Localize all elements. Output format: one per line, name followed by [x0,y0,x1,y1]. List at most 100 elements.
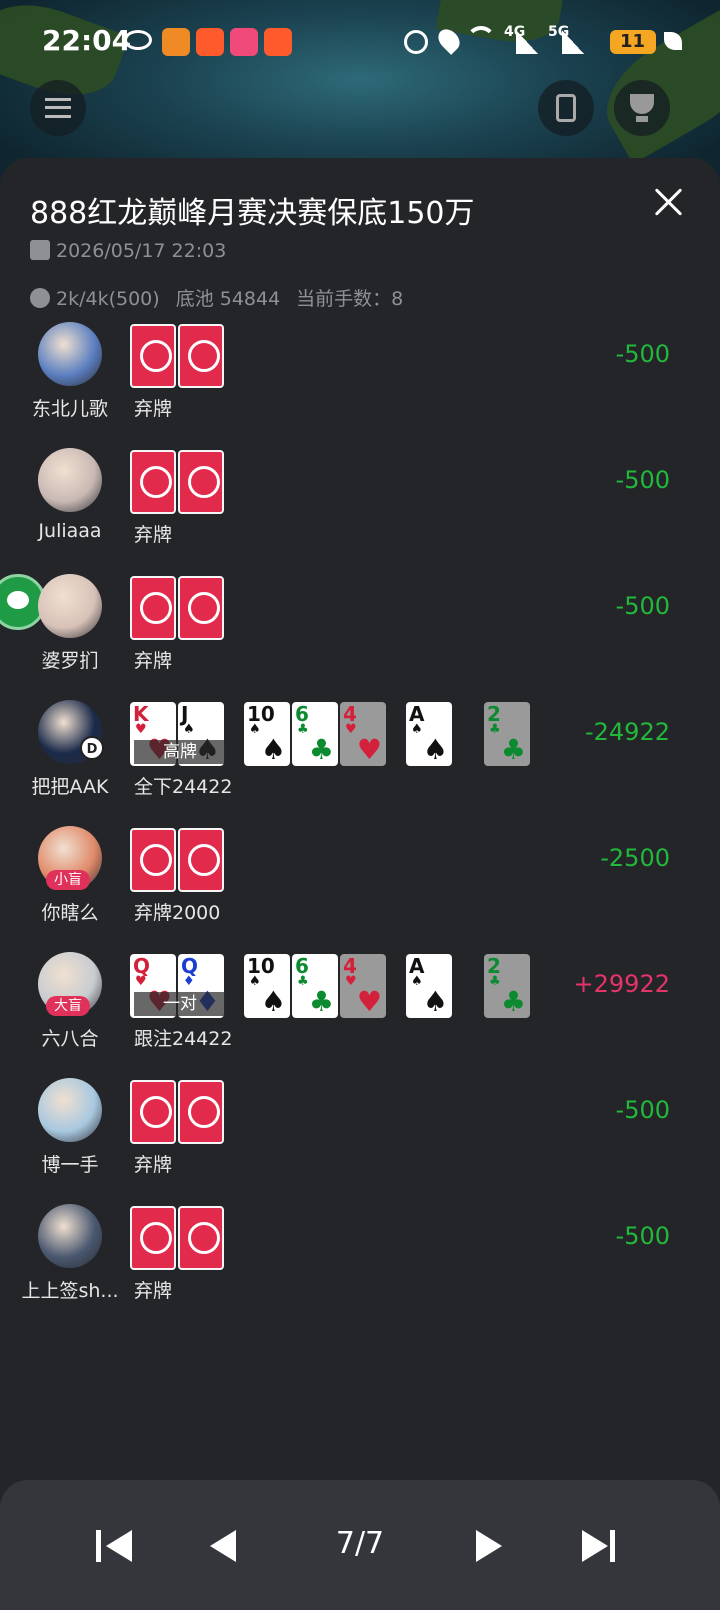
leaf-icon [664,32,682,50]
wifi-icon [466,26,496,56]
chip-result: -2500 [600,844,670,872]
page-indicator: 7/7 [335,1526,385,1561]
card-suit: ♠ [260,733,286,766]
card-suit: ♣ [308,733,334,766]
playing-card: 6 ♣ ♣ [292,702,338,766]
player-avatar[interactable] [38,1204,102,1268]
player-action: 弃牌 [134,398,173,420]
app-icon [162,28,190,56]
player-action: 弃牌 [134,1280,173,1302]
card-suit-small: ♠ [411,974,423,989]
signal-icon [562,30,584,54]
blind-badge: 大盲 [46,996,90,1016]
card-suit-small: ♠ [249,974,261,989]
blinds-text: 2k/4k(500) [56,288,160,310]
player-action: 弃牌 [134,650,173,672]
card-suit-small: ♥ [135,974,147,989]
battery-indicator: 11 [610,30,656,54]
player-row[interactable]: 博一手 弃牌 -500 [0,1078,720,1204]
prev-hand-button[interactable] [204,1524,248,1568]
chip-result: -500 [615,1222,670,1250]
card-suit-small: ♦ [183,974,195,989]
player-action: 弃牌 [134,524,173,546]
hand-strength-label: 高牌 [134,740,226,764]
card-suit: ♠ [260,985,286,1018]
player-avatar[interactable] [38,448,102,512]
battery-level: 11 [620,31,646,52]
playing-card: 4 ♥ ♥ [340,954,386,1018]
card-back [130,828,176,892]
menu-button[interactable] [30,80,86,136]
card-suit: ♥ [356,733,382,766]
card-suit-small: ♣ [489,974,501,989]
calendar-icon [30,240,50,260]
player-avatar[interactable] [38,322,102,386]
cards-button[interactable] [538,80,594,136]
trophy-button[interactable] [614,80,670,136]
card-suit: ♠ [422,985,448,1018]
player-row[interactable]: 东北儿歌 弃牌 -500 [0,322,720,448]
card-back [178,450,224,514]
player-avatar[interactable] [38,574,102,638]
last-hand-button[interactable] [580,1524,624,1568]
next-hand-button[interactable] [470,1524,514,1568]
bottom-navigation: 7/7 [0,1480,720,1610]
card-back [178,1206,224,1270]
player-row[interactable]: Juliaaa 弃牌 -500 [0,448,720,574]
playing-card: 2 ♣ ♣ [484,702,530,766]
card-back [130,1080,176,1144]
player-row[interactable]: D把把AAK全下24422K♥♥J♠♠10♠♠6♣♣4♥♥A♠♠2♣♣高牌-24… [0,700,720,826]
card-suit: ♣ [500,733,526,766]
card-suit-small: ♣ [297,722,309,737]
card-back [178,1080,224,1144]
next-icon [476,1530,502,1562]
skip-first-icon [96,1530,101,1562]
card-suit-small: ♣ [297,974,309,989]
first-hand-button[interactable] [94,1524,138,1568]
chip-result: -500 [615,340,670,368]
player-action: 跟注24422 [134,1028,233,1050]
cards-icon [556,94,576,122]
card-back [178,828,224,892]
card-suit-small: ♠ [183,722,195,737]
app-icon [230,28,258,56]
chips-icon [30,288,50,308]
status-bar: 22:04 4G 5G 11 [0,0,720,84]
card-suit-small: ♠ [411,722,423,737]
alarm-icon [404,30,428,54]
app-icon [264,28,292,56]
dealer-badge: D [80,736,104,760]
app-icon [196,28,224,56]
card-back [130,576,176,640]
tournament-title: 888红龙巅峰月赛决赛保底150万 [30,196,475,231]
player-name: 东北儿歌 [31,398,108,420]
player-action: 全下24422 [134,776,233,798]
close-button[interactable] [648,182,688,222]
player-action: 弃牌 [134,1154,173,1176]
trophy-icon [630,94,654,114]
card-suit-small: ♣ [489,722,501,737]
hand-datetime: 2026/05/17 22:03 [56,240,227,262]
hand-strength-label: 一对 [134,992,226,1016]
player-row[interactable]: 大盲六八合跟注24422Q♥♥Q♦♦10♠♠6♣♣4♥♥A♠♠2♣♣一对+299… [0,952,720,1078]
hand-count-text: 当前手数：8 [296,288,404,310]
card-back [178,576,224,640]
playing-card: A ♠ ♠ [406,954,452,1018]
playing-card: 2 ♣ ♣ [484,954,530,1018]
signal-icon [516,30,538,54]
playing-card: A ♠ ♠ [406,702,452,766]
player-name: Juliaaa [38,520,102,542]
status-time: 22:04 [42,24,132,57]
skip-last-icon [582,1530,608,1562]
player-avatar[interactable] [38,1078,102,1142]
pot-meta: 2k/4k(500) 底池 54844 当前手数：8 [30,284,403,311]
player-row[interactable]: 上上签sh... 弃牌 -500 [0,1204,720,1330]
card-back [130,324,176,388]
player-row[interactable]: 婆罗扪 弃牌 -500 [0,574,720,700]
card-suit: ♣ [500,985,526,1018]
player-row[interactable]: 小盲 你瞎么 弃牌2000 -2500 [0,826,720,952]
player-name: 你瞎么 [41,902,99,924]
card-back [130,1206,176,1270]
card-suit-small: ♥ [345,722,357,737]
card-suit: ♣ [308,985,334,1018]
